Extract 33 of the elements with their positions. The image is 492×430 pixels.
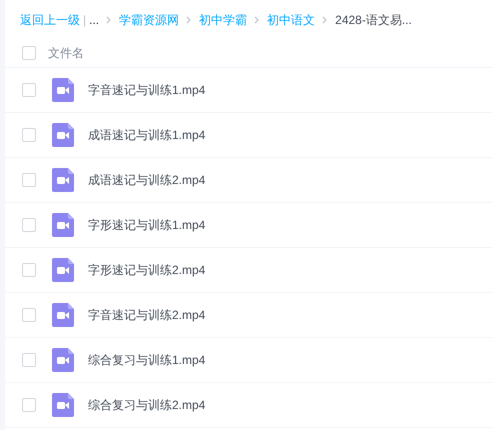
file-name[interactable]: 综合复习与训练2.mp4 xyxy=(88,396,206,414)
video-file-icon xyxy=(52,213,74,237)
breadcrumb-current: 2428-语文易... xyxy=(335,12,412,29)
checkbox[interactable] xyxy=(22,353,36,367)
checkbox[interactable] xyxy=(22,263,36,277)
chevron-icon xyxy=(186,16,192,24)
video-file-icon xyxy=(52,168,74,192)
column-header: 文件名 xyxy=(48,44,84,62)
file-name[interactable]: 字音速记与训练2.mp4 xyxy=(88,306,206,324)
checkbox[interactable] xyxy=(22,218,36,232)
file-name[interactable]: 成语速记与训练1.mp4 xyxy=(88,126,206,144)
video-file-icon xyxy=(52,393,74,417)
video-file-icon xyxy=(52,123,74,147)
file-name[interactable]: 字形速记与训练1.mp4 xyxy=(88,216,206,234)
checkbox[interactable] xyxy=(22,308,36,322)
checkbox[interactable] xyxy=(22,173,36,187)
video-file-icon xyxy=(52,78,74,102)
separator: | xyxy=(83,12,86,29)
checkbox[interactable] xyxy=(22,398,36,412)
file-name[interactable]: 字形速记与训练2.mp4 xyxy=(88,261,206,279)
checkbox[interactable] xyxy=(22,128,36,142)
chevron-icon xyxy=(254,16,260,24)
chevron-icon xyxy=(106,16,112,24)
video-file-icon xyxy=(52,303,74,327)
file-name[interactable]: 字音速记与训练1.mp4 xyxy=(88,81,206,99)
checkbox[interactable] xyxy=(22,46,36,60)
checkbox[interactable] xyxy=(22,83,36,97)
chevron-icon xyxy=(322,16,328,24)
video-file-icon xyxy=(52,348,74,372)
video-file-icon xyxy=(52,258,74,282)
ellipsis[interactable]: ... xyxy=(89,11,100,29)
file-name[interactable]: 综合复习与训练1.mp4 xyxy=(88,351,206,369)
file-name[interactable]: 成语速记与训练2.mp4 xyxy=(88,171,206,189)
